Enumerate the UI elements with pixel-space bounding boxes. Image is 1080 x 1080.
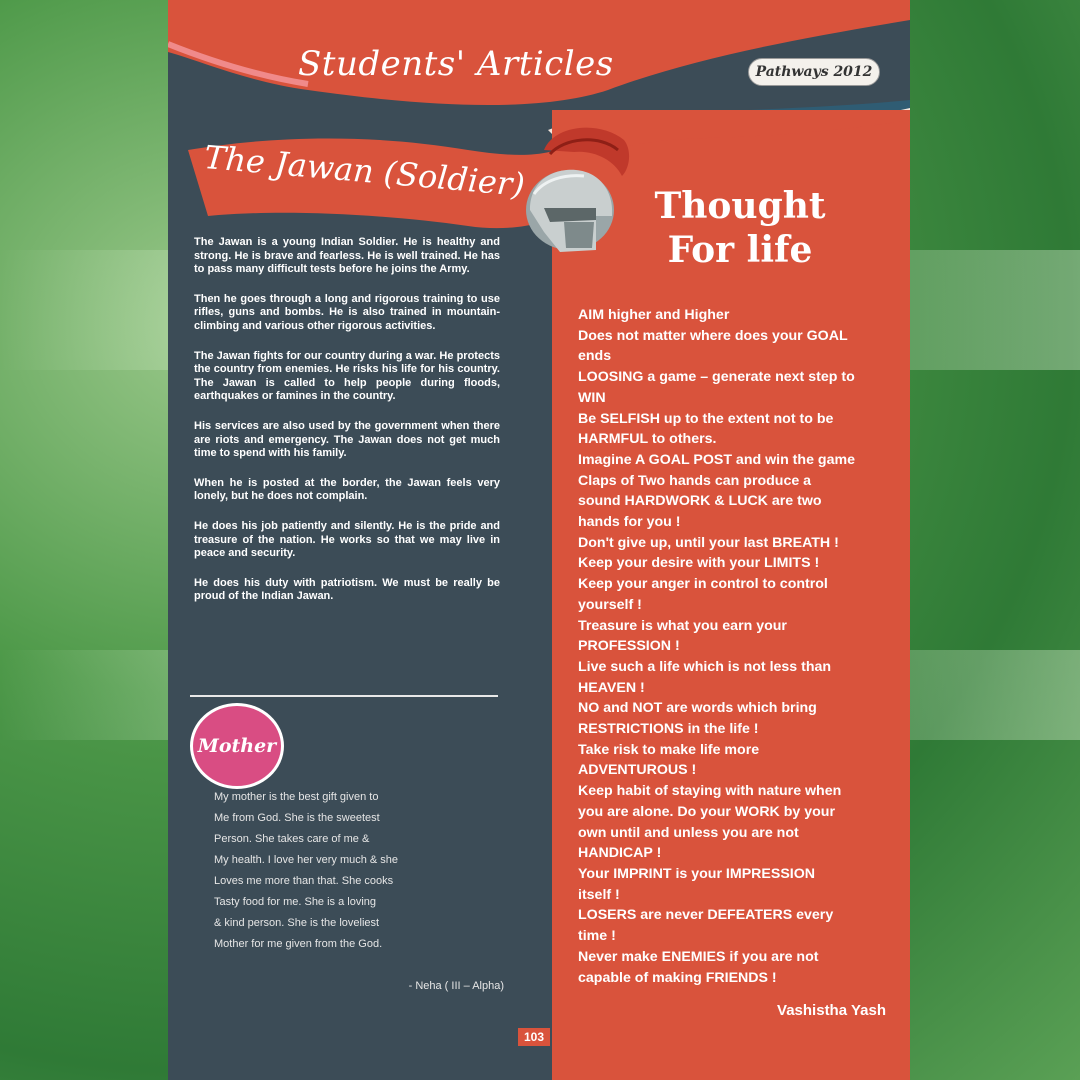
article-paragraph: His services are also used by the govern… bbox=[194, 419, 500, 460]
thought-line: Claps of Two hands can produce a bbox=[578, 472, 812, 489]
article-paragraph: He does his job patiently and silently. … bbox=[194, 519, 500, 560]
article-paragraph: Then he goes through a long and rigorous… bbox=[194, 292, 500, 332]
poem-line: Me from God. She is the sweetest bbox=[214, 812, 380, 824]
thought-line: Keep your anger in control to control bbox=[578, 576, 828, 593]
thought-line: Be SELFISH up to the extent not to be bbox=[578, 410, 834, 427]
thought-line: yourself ! bbox=[578, 596, 642, 613]
thought-line: capable of making FRIENDS ! bbox=[578, 969, 777, 986]
thought-line: Never make ENEMIES if you are not bbox=[578, 948, 819, 965]
thought-line: HARMFUL to others. bbox=[578, 431, 717, 448]
poem-line: Tasty food for me. She is a loving bbox=[214, 896, 377, 908]
poem-title-badge: Mother bbox=[190, 703, 284, 789]
thought-line: Take risk to make life more bbox=[578, 741, 760, 758]
poem-line: Person. She takes care of me & bbox=[214, 833, 370, 845]
poem-line: Loves me more than that. She cooks bbox=[214, 875, 394, 887]
poem-body: My mother is the best gift given to Me f… bbox=[214, 787, 504, 955]
thought-list: AIM higher and Higher Does not matter wh… bbox=[578, 305, 888, 988]
thought-author: Vashistha Yash bbox=[777, 1002, 886, 1019]
section-title: Students' Articles bbox=[298, 44, 614, 84]
pathways-badge: Pathways 2012 bbox=[748, 58, 880, 86]
thought-line: own until and unless you are not bbox=[578, 824, 799, 841]
thought-line: WIN bbox=[578, 389, 606, 406]
magazine-page: Students' Articles Pathways 2012 The Jaw… bbox=[168, 0, 910, 1080]
roman-helmet-icon bbox=[526, 127, 630, 252]
section-divider bbox=[190, 695, 498, 697]
article-body: The Jawan is a young Indian Soldier. He … bbox=[194, 236, 500, 620]
thought-line: ends bbox=[578, 348, 612, 365]
thought-line: itself ! bbox=[578, 886, 620, 903]
article-paragraph: He does his duty with patriotism. We mus… bbox=[194, 576, 500, 603]
thought-line: Treasure is what you earn your bbox=[578, 617, 787, 634]
thought-line: ADVENTUROUS ! bbox=[578, 762, 697, 779]
thought-line: time ! bbox=[578, 928, 616, 945]
thought-line: you are alone. Do your WORK by your bbox=[578, 803, 835, 820]
thought-line: Keep habit of staying with nature when bbox=[578, 783, 842, 800]
thought-line: NO and NOT are words which bring bbox=[578, 700, 817, 717]
poem-line: My mother is the best gift given to bbox=[214, 791, 379, 803]
thought-line: Imagine A GOAL POST and win the game bbox=[578, 451, 855, 468]
poem-line: & kind person. She is the loveliest bbox=[214, 917, 380, 929]
thought-line: hands for you ! bbox=[578, 514, 681, 531]
article-paragraph: The Jawan fights for our country during … bbox=[194, 349, 500, 403]
thought-line: Your IMPRINT is your IMPRESSION bbox=[578, 865, 816, 882]
thought-line: HEAVEN ! bbox=[578, 679, 645, 696]
thought-line: LOSERS are never DEFEATERS every bbox=[578, 907, 834, 924]
thought-line: PROFESSION ! bbox=[578, 638, 680, 655]
thought-title-line: For life bbox=[667, 229, 813, 271]
thought-line: RESTRICTIONS in the life ! bbox=[578, 721, 759, 738]
thought-title-line: Thought bbox=[654, 185, 826, 227]
thought-line: AIM higher and Higher bbox=[578, 307, 730, 323]
article-paragraph: The Jawan is a young Indian Soldier. He … bbox=[194, 236, 500, 276]
page-number: 103 bbox=[518, 1028, 550, 1046]
thought-line: HANDICAP ! bbox=[578, 845, 662, 862]
thought-line: Live such a life which is not less than bbox=[578, 658, 832, 675]
thought-line: LOOSING a game – generate next step to bbox=[578, 369, 855, 386]
poem-line: Mother for me given from the God. bbox=[214, 938, 383, 950]
poem-author: - Neha ( III – Alpha) bbox=[408, 980, 504, 992]
thought-line: Keep your desire with your LIMITS ! bbox=[578, 555, 820, 572]
thought-line: sound HARDWORK & LUCK are two bbox=[578, 493, 822, 510]
thought-line: Does not matter where does your GOAL bbox=[578, 327, 848, 344]
thought-title: Thought For life bbox=[640, 184, 840, 272]
poem-line: My health. I love her very much & she bbox=[214, 854, 399, 866]
thought-line: Don't give up, until your last BREATH ! bbox=[578, 534, 839, 551]
article-paragraph: When he is posted at the border, the Jaw… bbox=[194, 476, 500, 503]
